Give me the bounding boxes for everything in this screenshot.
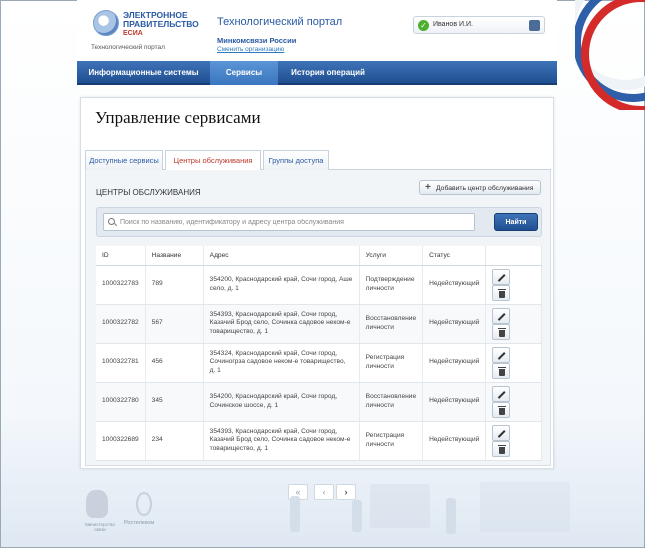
edit-icon[interactable]	[492, 385, 511, 402]
cell-status: Недействующий	[422, 421, 487, 461]
emblem-icon	[93, 10, 119, 36]
cell-service: Восстановление личности	[359, 304, 424, 344]
edit-icon[interactable]	[492, 307, 511, 324]
cell-service: Подтверждение личности	[359, 265, 424, 305]
search-bar: Найти	[96, 207, 542, 237]
table-row[interactable]: 1000322780 345 354200, Краснодарский кра…	[96, 382, 542, 422]
cell-name: 567	[145, 304, 204, 344]
rostelecom-logo-icon	[136, 492, 152, 516]
logo-subtitle: Технологический портал	[91, 44, 165, 51]
cell-address: 354324, Краснодарский край, Сочи город, …	[203, 343, 360, 383]
user-menu[interactable]: ✓ Иванов И.И.	[413, 16, 545, 34]
search-icon	[108, 218, 115, 225]
column-header-address[interactable]: Адрес	[203, 246, 360, 266]
footer-org-1: Министерство связи	[85, 522, 115, 532]
cell-status: Недействующий	[422, 382, 487, 422]
delete-icon[interactable]	[492, 440, 511, 457]
cell-id: 1000322783	[96, 265, 146, 305]
cell-service: Восстановление личности	[359, 382, 424, 422]
check-icon: ✓	[418, 20, 429, 31]
table-row[interactable]: 1000322781 456 354324, Краснодарский кра…	[96, 343, 542, 383]
column-header-services[interactable]: Услуги	[359, 246, 424, 266]
cell-status: Недействующий	[422, 265, 487, 305]
footer-org-2: Ростелеком	[124, 520, 155, 526]
table-row[interactable]: 1000322689 234 354393, Краснодарский кра…	[96, 421, 542, 461]
cell-id: 1000322781	[96, 343, 146, 383]
cell-name: 234	[145, 421, 204, 461]
service-centers-table: ID Название Адрес Услуги Статус 10003227…	[96, 246, 542, 461]
edit-icon[interactable]	[492, 268, 511, 285]
delete-icon[interactable]	[492, 284, 511, 301]
page-title: Управление сервисами	[95, 108, 261, 127]
add-service-center-button[interactable]: + Добавить центр обслуживания	[419, 180, 541, 195]
service-centers-panel: ЦЕНТРЫ ОБСЛУЖИВАНИЯ + Добавить центр обс…	[85, 170, 551, 500]
column-header-status[interactable]: Статус	[422, 246, 487, 266]
tabs: Доступные сервисы Центры обслуживания Гр…	[85, 150, 551, 171]
nav-item-information-systems[interactable]: Информационные системы	[77, 61, 210, 85]
column-header-name[interactable]: Название	[145, 246, 204, 266]
cell-address: 354393, Краснодарский край, Сочи город, …	[203, 421, 360, 461]
nav-item-operations-history[interactable]: История операций	[278, 61, 378, 85]
logout-icon[interactable]	[529, 20, 540, 31]
cell-id: 1000322780	[96, 382, 146, 422]
main-nav: Информационные системы Сервисы История о…	[77, 61, 557, 85]
edit-icon[interactable]	[492, 346, 511, 363]
delete-icon[interactable]	[492, 323, 511, 340]
cell-name: 789	[145, 265, 204, 305]
table-row[interactable]: 1000322782 567 354393, Краснодарский кра…	[96, 304, 542, 344]
cell-actions	[485, 382, 542, 422]
logo[interactable]: ЭЛЕКТРОННОЕ ПРАВИТЕЛЬСТВО ЕСИА	[123, 11, 199, 38]
cell-actions	[485, 304, 542, 344]
cell-actions	[485, 343, 542, 383]
organization-name: Минкомсвязи России	[217, 36, 297, 45]
search-input[interactable]	[103, 213, 475, 231]
change-organization-link[interactable]: Сменить организацию	[217, 46, 284, 53]
cell-service: Регистрация личности	[359, 343, 424, 383]
cell-status: Недействующий	[422, 304, 487, 344]
column-header-actions	[485, 246, 542, 266]
cell-address: 354200, Краснодарский край, Сочи город, …	[203, 265, 360, 305]
cell-address: 354393, Краснодарский край, Сочи город, …	[203, 304, 360, 344]
plus-icon: +	[425, 182, 431, 193]
table-header-row: ID Название Адрес Услуги Статус	[96, 246, 542, 266]
cell-status: Недействующий	[422, 343, 487, 383]
section-title: ЦЕНТРЫ ОБСЛУЖИВАНИЯ	[96, 188, 201, 197]
delete-icon[interactable]	[492, 401, 511, 418]
table-row[interactable]: 1000322783 789 354200, Краснодарский кра…	[96, 265, 542, 305]
logo-line-2: ПРАВИТЕЛЬСТВО	[123, 19, 199, 29]
main-content: Управление сервисами Доступные сервисы Ц…	[80, 97, 554, 500]
nav-item-services[interactable]: Сервисы	[210, 61, 278, 85]
cell-actions	[485, 265, 542, 305]
cell-actions	[485, 421, 542, 461]
cell-name: 345	[145, 382, 204, 422]
building-silhouette-icon	[370, 484, 430, 528]
cell-service: Регистрация личности	[359, 421, 424, 461]
logo-line-3: ЕСИА	[123, 30, 143, 37]
edit-icon[interactable]	[492, 424, 511, 441]
building-silhouette-icon	[480, 482, 570, 532]
delete-icon[interactable]	[492, 362, 511, 379]
column-header-id[interactable]: ID	[96, 246, 146, 266]
header: ЭЛЕКТРОННОЕ ПРАВИТЕЛЬСТВО ЕСИА Технологи…	[77, 0, 557, 60]
cell-address: 354200, Краснодарский край, Сочи город, …	[203, 382, 360, 422]
cell-id: 1000322689	[96, 421, 146, 461]
flag-decoration	[575, 0, 645, 110]
add-button-label: Добавить центр обслуживания	[436, 185, 534, 192]
cell-id: 1000322782	[96, 304, 146, 344]
footer: Министерство связи Ростелеком	[0, 478, 645, 548]
cell-name: 456	[145, 343, 204, 383]
find-button[interactable]: Найти	[494, 213, 538, 231]
portal-title: Технологический портал	[217, 16, 343, 28]
tab-access-groups[interactable]: Группы доступа	[263, 150, 329, 170]
person-silhouette-icon	[290, 496, 300, 532]
person-silhouette-icon	[352, 500, 362, 532]
tab-service-centers[interactable]: Центры обслуживания	[165, 150, 261, 171]
coat-of-arms-icon	[86, 490, 108, 518]
person-silhouette-icon	[446, 498, 456, 534]
user-name: Иванов И.И.	[433, 21, 473, 28]
tab-available-services[interactable]: Доступные сервисы	[85, 150, 163, 170]
